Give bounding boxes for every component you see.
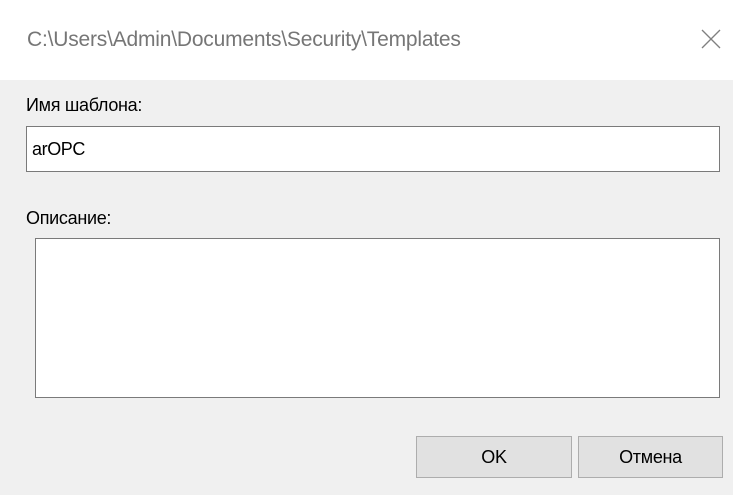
title-bar[interactable]: C:\Users\Admin\Documents\Security\Templa…: [0, 0, 733, 80]
description-label: Описание:: [26, 208, 112, 228]
template-name-label: Имя шаблона:: [26, 95, 143, 115]
close-button[interactable]: [690, 18, 733, 62]
dialog-window: C:\Users\Admin\Documents\Security\Templa…: [0, 0, 733, 495]
cancel-button[interactable]: Отмена: [578, 436, 723, 478]
ok-button[interactable]: OK: [416, 436, 572, 478]
window-title: C:\Users\Admin\Documents\Security\Templa…: [27, 28, 461, 51]
close-icon: [701, 29, 721, 49]
description-textarea[interactable]: [35, 238, 720, 398]
template-name-input[interactable]: [26, 126, 720, 172]
